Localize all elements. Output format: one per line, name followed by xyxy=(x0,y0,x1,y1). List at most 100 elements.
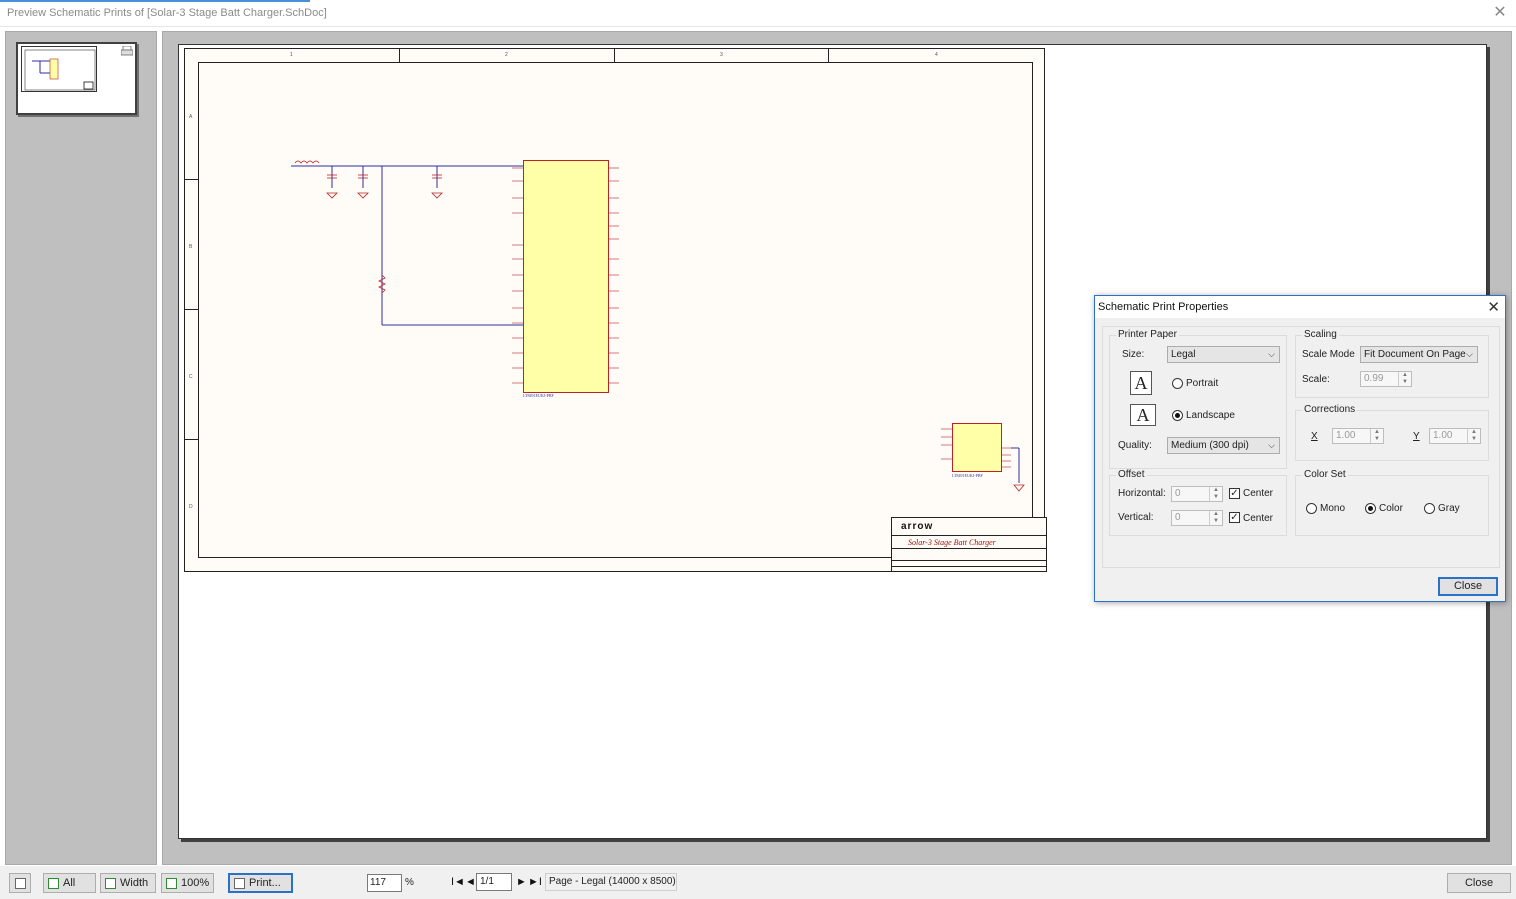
color-radio[interactable] xyxy=(1365,503,1376,514)
scale-spinner[interactable]: 0.99 ▲ ▼ xyxy=(1360,371,1412,387)
next-page-icon[interactable]: ► xyxy=(516,876,527,888)
vertical-offset-spinner[interactable]: 0 ▲ ▼ xyxy=(1171,510,1223,526)
close-preview-button[interactable]: Close xyxy=(1447,873,1511,893)
schematic-wires xyxy=(291,160,1025,492)
zone-divider xyxy=(614,49,615,62)
portrait-radio[interactable] xyxy=(1172,378,1183,389)
schematic-title-block: arrow Solar-3 Stage Batt Charger xyxy=(891,517,1047,572)
page-thumbnail[interactable] xyxy=(16,42,137,115)
paper-size-value: Legal xyxy=(1171,349,1196,360)
zone-number: 4 xyxy=(935,52,938,58)
scale-mode-label: Scale Mode xyxy=(1302,349,1355,360)
ic-main xyxy=(523,160,609,393)
zone-number: 3 xyxy=(720,52,723,58)
dialog-close-icon[interactable]: ✕ xyxy=(1487,298,1500,316)
zone-divider xyxy=(828,49,829,62)
print-button[interactable]: Print... xyxy=(228,873,293,893)
mono-label: Mono xyxy=(1320,503,1346,514)
fit-width-button[interactable]: Width xyxy=(100,873,156,893)
ic-secondary-label: LT8491EUKJ-PBF xyxy=(952,473,983,478)
landscape-page-icon: A xyxy=(1130,404,1156,426)
print-properties-dialog: Schematic Print Properties ✕ Printer Pap… xyxy=(1094,295,1506,602)
vertical-offset-value: 0 xyxy=(1175,512,1181,523)
color-set-group: Color Set Mono Color Gray xyxy=(1295,469,1489,536)
ic-main-label: LT8491EUKJ-PBF xyxy=(523,393,554,398)
quality-label: Quality: xyxy=(1118,440,1152,451)
zoom-100-label: 100% xyxy=(181,877,210,889)
quality-value: Medium (300 dpi) xyxy=(1171,440,1249,451)
fit-all-label: All xyxy=(63,877,76,889)
quality-select[interactable]: Medium (300 dpi) ⌵ xyxy=(1167,437,1280,454)
horizontal-center-label: Center xyxy=(1243,488,1274,499)
correction-x-spinner[interactable]: 1.00 ▲ ▼ xyxy=(1332,428,1384,444)
horizontal-offset-label: Horizontal: xyxy=(1118,488,1166,499)
page-info-field: Page - Legal (14000 x 8500) xyxy=(545,873,677,891)
spinner-arrows-icon: ▲ ▼ xyxy=(1467,429,1480,443)
gray-radio[interactable] xyxy=(1424,503,1435,514)
schematic-sheet: 1 2 3 4 A B C D LT8491EUKJ-PBF LT8491EUK… xyxy=(184,48,1047,572)
offset-group: Offset Horizontal: 0 ▲ ▼ ✓ Center Vertica… xyxy=(1109,469,1287,536)
landscape-radio[interactable] xyxy=(1172,410,1183,421)
zoom-100-button[interactable]: 100% xyxy=(161,873,214,893)
spinner-arrows-icon: ▲ ▼ xyxy=(1398,372,1411,386)
thumbnail-sheet xyxy=(21,46,97,92)
window-close-icon[interactable]: ✕ xyxy=(1490,3,1510,23)
printer-paper-group: Printer Paper Size: Legal ⌵ A Portrait A… xyxy=(1109,329,1287,469)
title-block-rule xyxy=(892,548,1046,549)
ic-secondary xyxy=(952,423,1002,472)
portrait-page-icon: A xyxy=(1130,371,1152,395)
color-set-group-label: Color Set xyxy=(1302,469,1348,480)
last-page-icon[interactable]: ►I xyxy=(528,876,542,888)
page-number-input[interactable]: 1/1 xyxy=(476,873,512,891)
thumbnails-icon xyxy=(15,877,26,889)
fit-width-icon xyxy=(105,877,116,889)
title-block-title: Solar-3 Stage Batt Charger xyxy=(908,538,996,547)
thumbnails-toggle-button[interactable] xyxy=(9,873,31,893)
titlebar-accent xyxy=(0,0,310,2)
horizontal-offset-spinner[interactable]: 0 ▲ ▼ xyxy=(1171,486,1223,502)
zone-divider xyxy=(185,439,198,440)
zone-letter: A xyxy=(189,114,193,120)
scale-mode-select[interactable]: Fit Document On Page ⌵ xyxy=(1360,346,1478,363)
zone-number: 2 xyxy=(505,52,508,58)
horizontal-center-checkbox[interactable]: ✓ xyxy=(1229,488,1240,499)
color-label: Color xyxy=(1379,503,1403,514)
scaling-group: Scaling Scale Mode Fit Document On Page … xyxy=(1295,329,1489,398)
title-block-rule xyxy=(892,535,1046,536)
correction-x-value: 1.00 xyxy=(1336,430,1356,441)
correction-y-spinner[interactable]: 1.00 ▲ ▼ xyxy=(1429,428,1481,444)
corrections-group-label: Corrections xyxy=(1302,404,1358,415)
print-label: Print... xyxy=(249,877,281,889)
zoom-input[interactable]: 117 xyxy=(367,874,402,892)
horizontal-offset-value: 0 xyxy=(1175,488,1181,499)
chevron-down-icon: ⌵ xyxy=(1466,349,1473,359)
first-page-icon[interactable]: I◄ xyxy=(451,876,465,888)
scaling-group-label: Scaling xyxy=(1302,329,1339,340)
zone-number: 1 xyxy=(290,52,293,58)
dialog-body: Printer Paper Size: Legal ⌵ A Portrait A… xyxy=(1102,326,1500,568)
window-title: Preview Schematic Prints of [Solar-3 Sta… xyxy=(7,7,327,19)
vertical-offset-label: Vertical: xyxy=(1118,512,1154,523)
spinner-arrows-icon: ▲ ▼ xyxy=(1209,511,1222,525)
zone-letter: B xyxy=(189,244,193,250)
title-block-rule xyxy=(892,560,1046,561)
paper-size-select[interactable]: Legal ⌵ xyxy=(1167,346,1280,363)
printer-paper-group-label: Printer Paper xyxy=(1116,329,1179,340)
correction-x-label: X xyxy=(1311,431,1318,442)
fit-all-icon xyxy=(48,877,59,889)
window-titlebar: Preview Schematic Prints of [Solar-3 Sta… xyxy=(0,0,1516,27)
fit-all-button[interactable]: All xyxy=(43,873,96,893)
thumbnail-printer-icon xyxy=(121,46,133,56)
correction-y-value: 1.00 xyxy=(1433,430,1453,441)
previous-page-icon[interactable]: ◄ xyxy=(465,876,476,888)
zone-letter: C xyxy=(189,374,193,380)
preview-toolbar: All Width 100% Print... xyxy=(0,866,1516,899)
chevron-down-icon: ⌵ xyxy=(1268,349,1275,359)
scale-mode-value: Fit Document On Page xyxy=(1364,349,1466,360)
dialog-close-button[interactable]: Close xyxy=(1438,577,1498,596)
zoom-100-icon xyxy=(166,877,177,889)
mono-radio[interactable] xyxy=(1306,503,1317,514)
spinner-arrows-icon: ▲ ▼ xyxy=(1209,487,1222,501)
vertical-center-checkbox[interactable]: ✓ xyxy=(1229,512,1240,523)
zone-divider xyxy=(185,309,198,310)
